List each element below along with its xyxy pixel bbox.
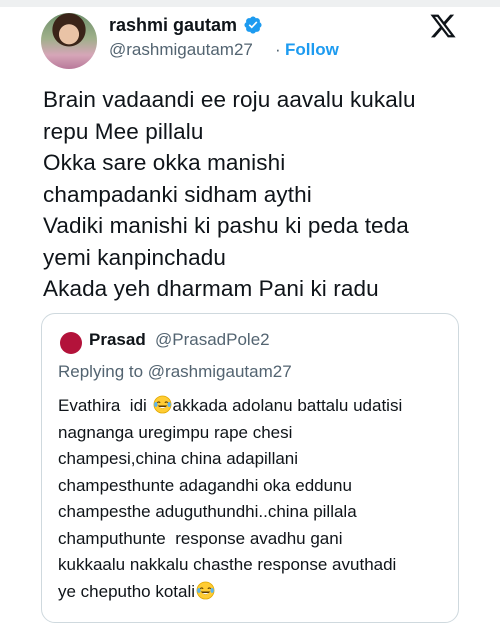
- author-avatar[interactable]: [41, 13, 97, 69]
- laughing-tears-emoji-icon: [153, 395, 171, 414]
- tweet-line: repu Mee pillalu: [43, 118, 204, 144]
- quoted-line: ye cheputho kotali: [58, 579, 458, 606]
- quoted-author-handle[interactable]: @PrasadPole2: [155, 330, 270, 350]
- quoted-author-name[interactable]: Prasad: [89, 330, 146, 350]
- author-handle[interactable]: @rashmigautam27: [109, 40, 253, 60]
- quoted-line-part: akkada adolanu battalu udatisi: [172, 396, 403, 415]
- top-edge-strip: [0, 0, 500, 7]
- quoted-line: kukkaalu nakkalu chasthe response avutha…: [58, 555, 397, 574]
- laughing-tears-emoji-icon: [196, 581, 215, 599]
- quoted-line-part: ye cheputho kotali: [58, 581, 196, 601]
- quoted-line: champesi,china china adapillani: [58, 449, 299, 468]
- quoted-line: nagnanga uregimpu rape chesi: [58, 422, 293, 442]
- quoted-author-avatar[interactable]: [60, 332, 82, 354]
- tweet-line: Vadiki manishi ki pashu ki peda teda: [43, 213, 409, 238]
- quoted-line-part: Evathira idi: [58, 396, 152, 415]
- replying-to-text: Replying to @rashmigautam27: [58, 362, 292, 381]
- tweet-line: Brain vadaandi ee roju aavalu kukalu: [43, 87, 416, 112]
- quoted-line: champesthe aduguthundhi..china pillala: [58, 502, 357, 521]
- author-name[interactable]: rashmi gautam: [109, 15, 237, 36]
- separator-dot: ·: [275, 40, 281, 59]
- x-logo-icon[interactable]: [428, 12, 458, 40]
- tweet-line: Akada yeh dharmam Pani ki radu: [43, 276, 379, 301]
- follow-button[interactable]: Follow: [285, 40, 339, 60]
- tweet-line: yemi kanpinchadu: [43, 244, 226, 270]
- tweet-line: Okka sare okka manishi: [43, 150, 286, 175]
- quoted-line: Evathira idi akkada adolanu battalu udat…: [58, 393, 458, 420]
- tweet-text: Brain vadaandi ee roju aavalu kukalu rep…: [43, 84, 483, 305]
- quoted-line: champuthunte response avadhu gani: [58, 528, 343, 548]
- verified-badge-icon: [244, 16, 262, 34]
- tweet-line: champadanki sidham aythi: [43, 181, 312, 207]
- quoted-line: champesthunte adagandhi oka eddunu: [58, 475, 352, 495]
- quoted-tweet-text: Evathira idi akkada adolanu battalu udat…: [58, 393, 458, 605]
